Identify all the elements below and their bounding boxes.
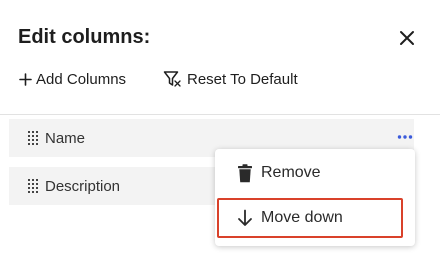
filter-reset-icon (163, 71, 181, 87)
toolbar-divider (0, 114, 440, 115)
reset-to-default-label: Reset To Default (187, 70, 298, 88)
column-label: Description (45, 177, 121, 195)
column-label: Name (45, 129, 86, 147)
more-options-button[interactable] (396, 130, 414, 144)
remove-menu-item[interactable]: Remove (217, 153, 403, 193)
plus-icon (19, 72, 32, 86)
move-down-menu-item[interactable]: Move down (217, 198, 403, 238)
dialog-title: Edit columns: (18, 26, 151, 48)
column-context-menu: Remove Move down (215, 149, 415, 246)
move-down-label: Move down (261, 209, 343, 226)
drag-handle-icon[interactable] (27, 130, 39, 146)
reset-to-default-button[interactable]: Reset To Default (163, 69, 298, 89)
close-icon (400, 31, 414, 45)
add-columns-label: Add Columns (36, 70, 127, 88)
trash-icon (234, 163, 256, 183)
arrow-down-icon (234, 208, 256, 228)
drag-handle-icon[interactable] (27, 178, 39, 194)
remove-label: Remove (261, 164, 321, 181)
close-button[interactable] (396, 27, 418, 49)
add-columns-button[interactable]: Add Columns (19, 69, 126, 89)
more-horizontal-icon (397, 135, 413, 139)
edit-columns-panel: Edit columns: Add Columns Reset To Defau… (0, 0, 440, 261)
